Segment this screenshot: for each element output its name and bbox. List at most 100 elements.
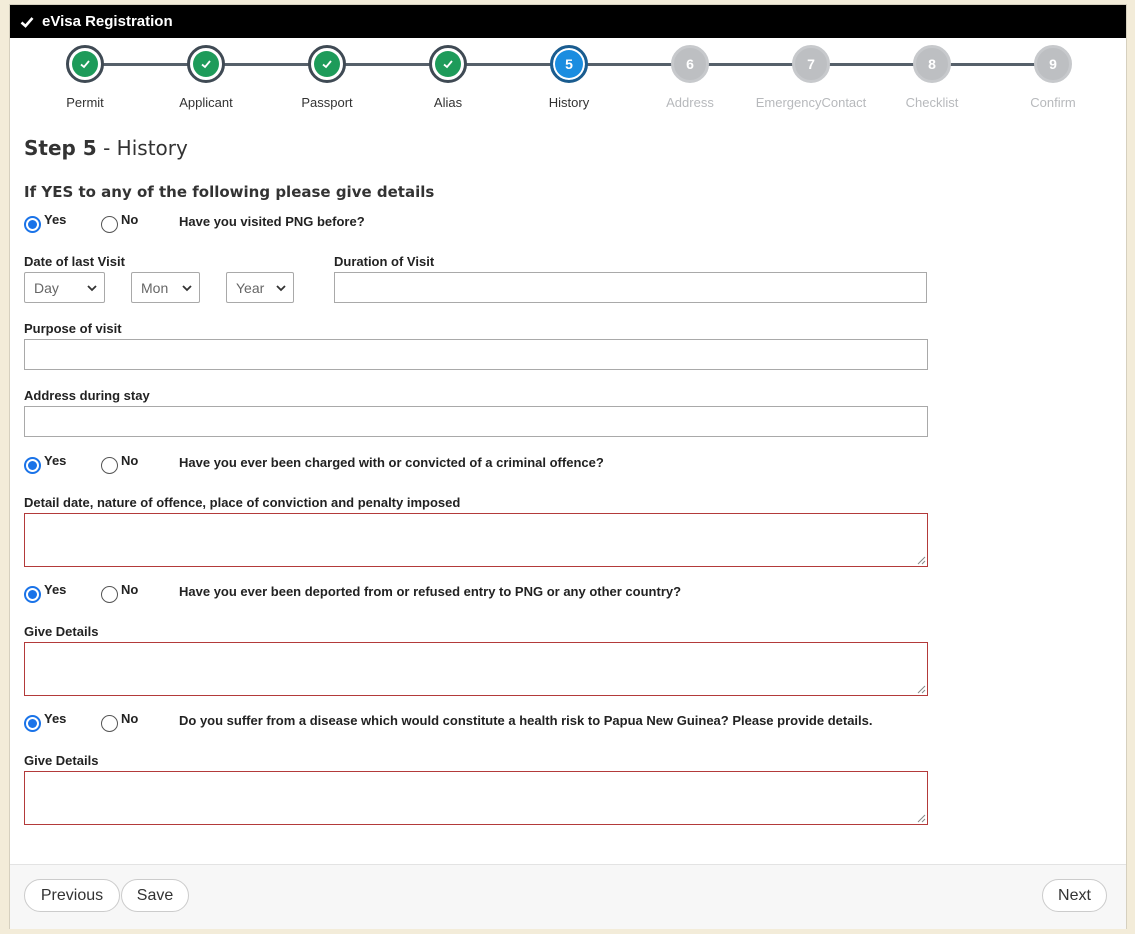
resize-grip-icon[interactable] <box>916 555 926 565</box>
step-checklist: 8 Checklist <box>872 45 992 110</box>
step-applicant[interactable]: Applicant <box>146 45 266 110</box>
step-circle <box>66 45 104 83</box>
registration-panel: eVisa Registration Permit Applicant Pass… <box>9 4 1127 929</box>
yes-label: Yes <box>44 453 67 468</box>
step-history[interactable]: 5 History <box>509 45 629 110</box>
health-no-option[interactable]: No <box>101 711 139 732</box>
criminal-no-radio[interactable] <box>101 457 118 474</box>
step-circle: 6 <box>671 45 709 83</box>
month-select[interactable]: Mon <box>131 272 200 303</box>
visited-no-option[interactable]: No <box>101 212 138 233</box>
no-label: No <box>121 453 139 468</box>
deported-yes-radio[interactable] <box>24 586 41 603</box>
visited-yes-radio[interactable] <box>24 216 41 233</box>
step-label: Confirm <box>1030 95 1076 110</box>
step-label: Alias <box>433 95 463 110</box>
progress-stepper: Permit Applicant Passport Alias 5 History… <box>10 45 1126 120</box>
visited-no-radio[interactable] <box>101 216 118 233</box>
step-circle: 5 <box>550 45 588 83</box>
criminal-detail-label: Detail date, nature of offence, place of… <box>24 495 461 510</box>
health-question: Do you suffer from a disease which would… <box>179 713 873 728</box>
purpose-input[interactable] <box>24 339 928 370</box>
duration-input[interactable] <box>334 272 927 303</box>
step-number: 7 <box>807 56 815 72</box>
step-name: History <box>116 136 188 160</box>
check-icon <box>322 60 332 69</box>
health-yes-radio[interactable] <box>24 715 41 732</box>
check-icon <box>20 16 34 28</box>
step-number: 5 <box>565 56 573 72</box>
step-circle: 7 <box>792 45 830 83</box>
step-permit[interactable]: Permit <box>25 45 145 110</box>
step-label: Permit <box>66 95 104 110</box>
step-number: Step 5 <box>24 136 97 160</box>
health-no-radio[interactable] <box>101 715 118 732</box>
step-complete-badge <box>193 51 219 77</box>
step-passport[interactable]: Passport <box>267 45 387 110</box>
deported-no-radio[interactable] <box>101 586 118 603</box>
address-label: Address during stay <box>24 388 150 403</box>
day-select[interactable]: Day <box>24 272 105 303</box>
deported-question: Have you ever been deported from or refu… <box>179 584 682 599</box>
resize-grip-icon[interactable] <box>916 684 926 694</box>
resize-grip-icon[interactable] <box>916 813 926 823</box>
deported-detail-label: Give Details <box>24 624 99 639</box>
day-select-value: Day <box>34 279 59 296</box>
deported-detail-textarea[interactable] <box>24 642 928 696</box>
criminal-yes-option[interactable]: Yes <box>24 453 67 474</box>
previous-button[interactable]: Previous <box>24 879 120 912</box>
step-label: Address <box>666 95 714 110</box>
year-select-value: Year <box>236 279 265 296</box>
month-select-value: Mon <box>141 279 169 296</box>
chevron-down-icon <box>182 285 192 292</box>
health-detail-label: Give Details <box>24 753 99 768</box>
yes-label: Yes <box>44 711 67 726</box>
step-label: EmergencyContact <box>755 95 867 110</box>
step-circle: 9 <box>1034 45 1072 83</box>
check-icon <box>443 60 453 69</box>
step-number: 9 <box>1049 56 1057 72</box>
step-complete-badge <box>435 51 461 77</box>
duration-label: Duration of Visit <box>334 254 435 269</box>
health-detail-textarea[interactable] <box>24 771 928 825</box>
yes-label: Yes <box>44 582 67 597</box>
next-button[interactable]: Next <box>1042 879 1107 912</box>
step-number: 6 <box>686 56 694 72</box>
step-address: 6 Address <box>630 45 750 110</box>
wizard-footer: Previous Save Next <box>10 864 1126 929</box>
page-title: Step 5 - History <box>24 136 188 160</box>
title-separator: - <box>96 136 117 160</box>
section-instructions: If YES to any of the following please gi… <box>24 183 435 201</box>
step-number: 8 <box>928 56 936 72</box>
step-alias[interactable]: Alias <box>388 45 508 110</box>
no-label: No <box>121 711 139 726</box>
deported-no-option[interactable]: No <box>101 582 139 603</box>
no-label: No <box>121 582 139 597</box>
step-label: Checklist <box>905 95 959 110</box>
chevron-down-icon <box>276 285 286 292</box>
year-select[interactable]: Year <box>226 272 294 303</box>
visited-yes-option[interactable]: Yes <box>24 212 67 233</box>
step-emergencycontact: 7 EmergencyContact <box>751 45 871 110</box>
step-complete-badge <box>72 51 98 77</box>
criminal-detail-textarea[interactable] <box>24 513 928 567</box>
yes-label: Yes <box>44 212 67 227</box>
step-circle <box>187 45 225 83</box>
health-yes-option[interactable]: Yes <box>24 711 67 732</box>
criminal-yes-radio[interactable] <box>24 457 41 474</box>
title-bar: eVisa Registration <box>10 5 1126 38</box>
check-icon <box>201 60 211 69</box>
check-icon <box>80 60 90 69</box>
purpose-label: Purpose of visit <box>24 321 122 336</box>
step-confirm: 9 Confirm <box>993 45 1113 110</box>
last-visit-label: Date of last Visit <box>24 254 125 269</box>
step-label: Passport <box>301 95 353 110</box>
save-button[interactable]: Save <box>121 879 189 912</box>
step-label: History <box>548 95 590 110</box>
criminal-no-option[interactable]: No <box>101 453 139 474</box>
step-circle: 8 <box>913 45 951 83</box>
deported-yes-option[interactable]: Yes <box>24 582 67 603</box>
visited-question: Have you visited PNG before? <box>179 214 365 229</box>
address-input[interactable] <box>24 406 928 437</box>
window-title: eVisa Registration <box>42 13 173 30</box>
